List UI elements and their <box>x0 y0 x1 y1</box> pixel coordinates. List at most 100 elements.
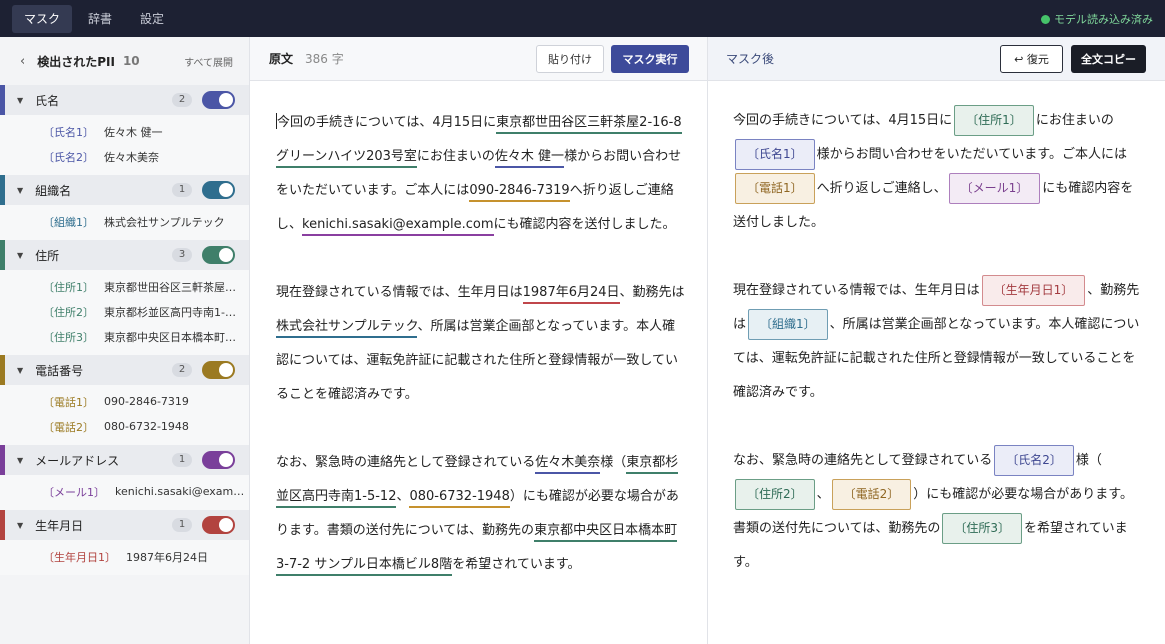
tab-settings[interactable]: 設定 <box>128 5 176 33</box>
model-status-text: モデル読み込み済み <box>1054 13 1153 26</box>
pii-value: kenichi.sasaki@example.com <box>115 485 249 498</box>
mask-chip-address[interactable]: 〔住所1〕 <box>954 105 1034 136</box>
restore-button[interactable]: ↩ 復元 <box>1000 45 1063 73</box>
top-nav: マスク 辞書 設定 モデル読み込み済み <box>0 0 1165 37</box>
pii-highlight-org[interactable]: 株式会社サンプルテック <box>276 319 418 338</box>
group-count-badge: 1 <box>172 183 192 197</box>
mask-chip-name[interactable]: 〔氏名2〕 <box>994 445 1074 476</box>
masked-header: マスク後 ↩ 復元 全文コピー <box>708 37 1165 81</box>
masked-paragraph: 現在登録されている情報では、生年月日は 〔生年月日1〕 、勤務先は 〔組織1〕 、所属は… <box>733 274 1143 410</box>
mask-chip-birthdate[interactable]: 〔生年月日1〕 <box>981 275 1086 306</box>
pii-tag: 〔住所3〕 <box>43 330 94 344</box>
text-run: 今回の手続きについては、4月15日に <box>733 113 953 128</box>
pii-item[interactable]: 〔住所1〕東京都世田谷区三軒茶屋2-16-8 グリーンハイツ203号室 <box>0 274 249 299</box>
group-toggle[interactable] <box>202 361 235 379</box>
pii-highlight-phone[interactable]: 080-6732-1948 <box>409 489 510 508</box>
group-toggle[interactable] <box>202 451 235 469</box>
text-run: を希望されています。 <box>452 557 581 572</box>
copy-all-button[interactable]: 全文コピー <box>1071 45 1146 73</box>
mask-chip-phone[interactable]: 〔電話2〕 <box>831 479 912 510</box>
group-count-badge: 2 <box>172 93 192 107</box>
sidebar-title: 検出されたPII <box>37 54 115 69</box>
pii-tag: 〔氏名1〕 <box>43 125 94 139</box>
pii-value: 佐々木 健一 <box>104 125 163 139</box>
mask-chip-name[interactable]: 〔氏名1〕 <box>735 139 815 170</box>
group-name: 氏名 <box>35 93 60 108</box>
expand-all-button[interactable]: すべて展開 <box>184 54 233 69</box>
group-items: 〔生年月日1〕 1987年6月24日 <box>0 540 249 575</box>
pii-tag: 〔メール1〕 <box>43 485 105 499</box>
pii-tag: 〔電話2〕 <box>43 420 94 434</box>
group-items: 〔住所1〕東京都世田谷区三軒茶屋2-16-8 グリーンハイツ203号室 〔住所2… <box>0 270 249 355</box>
group-header-email[interactable]: ▼ メールアドレス 1 <box>0 445 249 475</box>
pii-tag: 〔氏名2〕 <box>43 150 94 164</box>
mask-chip-address[interactable]: 〔住所3〕 <box>942 513 1022 544</box>
collapse-sidebar-icon[interactable]: ‹ <box>20 54 25 69</box>
mask-run-button[interactable]: マスク実行 <box>611 45 689 73</box>
paste-button[interactable]: 貼り付け <box>536 45 604 73</box>
pii-value: 090-2846-7319 <box>104 395 189 408</box>
group-header-name[interactable]: ▼ 氏名 2 <box>0 85 249 115</box>
tab-mask[interactable]: マスク <box>12 4 73 33</box>
tab-dictionary[interactable]: 辞書 <box>76 5 124 33</box>
source-paragraph: 現在登録されている情報では、生年月日は1987年6月24日、勤務先は株式会社サン… <box>276 276 686 412</box>
masked-paragraph: なお、緊急時の連絡先として登録されている 〔氏名2〕 様（〔住所2〕、〔電話2〕 ）に… <box>733 444 1143 580</box>
source-text-editor[interactable]: 今回の手続きについては、4月15日に東京都世田谷区三軒茶屋2-16-8 グリーン… <box>276 106 686 616</box>
char-count: 386 字 <box>305 52 344 66</box>
text-run: 様（ <box>600 455 627 470</box>
pii-tag: 〔電話1〕 <box>43 395 94 409</box>
masked-title: マスク後 <box>726 52 775 66</box>
pii-item[interactable]: 〔生年月日1〕 1987年6月24日 <box>0 544 249 569</box>
group-items: 〔電話1〕 090-2846-7319 〔電話2〕 080-6732-1948 <box>0 385 249 445</box>
text-run: 現在登録されている情報では、生年月日は <box>733 283 980 298</box>
pii-highlight-name[interactable]: 佐々木美奈 <box>535 455 601 474</box>
mask-chip-org[interactable]: 〔組織1〕 <box>748 309 828 340</box>
pii-item[interactable]: 〔住所3〕東京都中央区日本橋本町3-7-2 サンプル日本橋ビル8階 <box>0 324 249 349</box>
group-items: 〔氏名1〕 佐々木 健一 〔氏名2〕 佐々木美奈 <box>0 115 249 175</box>
pii-tag: 〔住所2〕 <box>43 305 94 319</box>
masked-pane: マスク後 ↩ 復元 全文コピー 今回の手続きについては、4月15日に 〔住所1〕に… <box>708 37 1165 644</box>
pii-item[interactable]: 〔氏名1〕 佐々木 健一 <box>0 119 249 144</box>
group-toggle[interactable] <box>202 246 235 264</box>
group-toggle[interactable] <box>202 181 235 199</box>
mask-chip-phone[interactable]: 〔電話1〕 <box>735 173 815 204</box>
group-toggle[interactable] <box>202 516 235 534</box>
group-header-address[interactable]: ▼ 住所 3 <box>0 240 249 270</box>
group-toggle[interactable] <box>202 91 235 109</box>
pii-tag: 〔住所1〕 <box>43 280 94 294</box>
caret-down-icon: ▼ <box>17 520 24 530</box>
caret-down-icon: ▼ <box>17 185 24 195</box>
mask-chip-email[interactable]: 〔メール1〕 <box>948 173 1041 204</box>
group-name: 組織名 <box>35 183 72 198</box>
pii-value: 佐々木美奈 <box>104 150 159 164</box>
text-run: 、勤務先は <box>619 285 685 300</box>
pii-item[interactable]: 〔メール1〕 kenichi.sasaki@example.com <box>0 479 249 504</box>
pii-item[interactable]: 〔組織1〕 株式会社サンプルテック <box>0 209 249 234</box>
mask-chip-address[interactable]: 〔住所2〕 <box>735 479 815 510</box>
group-items: 〔組織1〕 株式会社サンプルテック <box>0 205 249 240</box>
pii-highlight-birthdate[interactable]: 1987年6月24日 <box>522 285 620 304</box>
group-count-badge: 2 <box>172 363 192 377</box>
pii-highlight-name[interactable]: 佐々木 健一 <box>494 149 565 168</box>
pii-item[interactable]: 〔氏名2〕 佐々木美奈 <box>0 144 249 169</box>
group-header-org[interactable]: ▼ 組織名 1 <box>0 175 249 205</box>
group-header-birthdate[interactable]: ▼ 生年月日 1 <box>0 510 249 540</box>
pii-item[interactable]: 〔電話1〕 090-2846-7319 <box>0 389 249 414</box>
pii-item[interactable]: 〔電話2〕 080-6732-1948 <box>0 414 249 439</box>
text-run: 現在登録されている情報では、生年月日は <box>276 285 523 300</box>
group-count-badge: 1 <box>172 518 192 532</box>
pii-value: 東京都中央区日本橋本町3-7-2 サンプル日本橋ビル8階 <box>104 330 239 344</box>
source-paragraph: 今回の手続きについては、4月15日に東京都世田谷区三軒茶屋2-16-8 グリーン… <box>276 106 686 242</box>
pii-highlight-email[interactable]: kenichi.sasaki@example.com <box>302 217 494 236</box>
pii-highlight-phone[interactable]: 090-2846-7319 <box>469 183 570 202</box>
group-count-badge: 1 <box>172 453 192 467</box>
pii-value: 株式会社サンプルテック <box>104 215 225 229</box>
group-header-phone[interactable]: ▼ 電話番号 2 <box>0 355 249 385</box>
text-run: なお、緊急時の連絡先として登録されている <box>733 453 993 468</box>
text-run: にお住まいの <box>1035 113 1114 128</box>
text-run: 今回の手続きについては、4月15日に <box>277 115 497 130</box>
pii-item[interactable]: 〔住所2〕 東京都杉並区高円寺南1-5-12 <box>0 299 249 324</box>
pii-tag: 〔組織1〕 <box>43 215 94 229</box>
text-run: 、 <box>816 487 830 502</box>
pii-value: 080-6732-1948 <box>104 420 189 433</box>
